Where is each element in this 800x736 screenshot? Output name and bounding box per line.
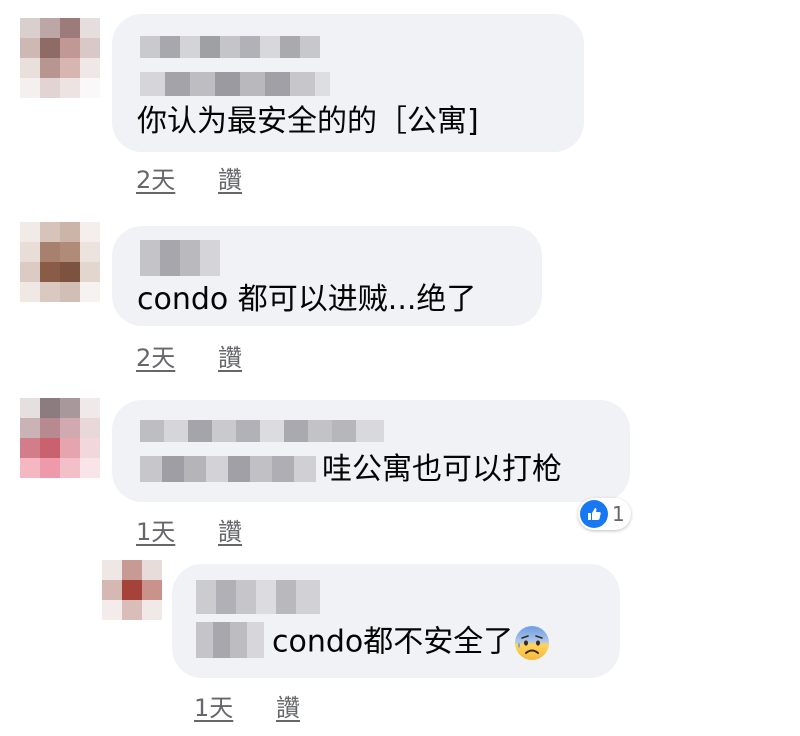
author-name-redacted[interactable] (140, 36, 320, 58)
comment-text: condo都不安全了 (272, 624, 551, 662)
like-link[interactable]: 讚 (218, 160, 242, 195)
author-name-redacted (140, 72, 330, 96)
comment-time-link[interactable]: 2天 (136, 338, 175, 373)
comment-text: 哇公寓也可以打枪 (322, 452, 562, 487)
like-link[interactable]: 讚 (276, 688, 300, 723)
author-name-redacted (196, 622, 264, 658)
author-name-redacted[interactable] (196, 580, 320, 614)
comment-time-link[interactable]: 1天 (136, 512, 175, 547)
comment-text: condo 都可以进贼...绝了 (137, 282, 477, 317)
like-link[interactable]: 讚 (218, 338, 242, 373)
reaction-summary[interactable]: 1 (578, 498, 631, 530)
comment-time-link[interactable]: 2天 (136, 160, 175, 195)
author-name-redacted (140, 456, 316, 482)
avatar[interactable] (102, 560, 162, 620)
avatar[interactable] (20, 18, 100, 98)
comment-time-link[interactable]: 1天 (194, 688, 233, 723)
avatar[interactable] (20, 222, 100, 302)
anxious-face-with-sweat-icon (515, 626, 550, 660)
author-name-redacted[interactable] (140, 240, 220, 276)
avatar[interactable] (20, 398, 100, 478)
thumbs-up-icon (580, 500, 608, 528)
comment-text: 你认为最安全的的［公寓] (137, 104, 479, 139)
like-link[interactable]: 讚 (218, 512, 242, 547)
reaction-count: 1 (612, 502, 625, 526)
author-name-redacted[interactable] (140, 420, 384, 442)
